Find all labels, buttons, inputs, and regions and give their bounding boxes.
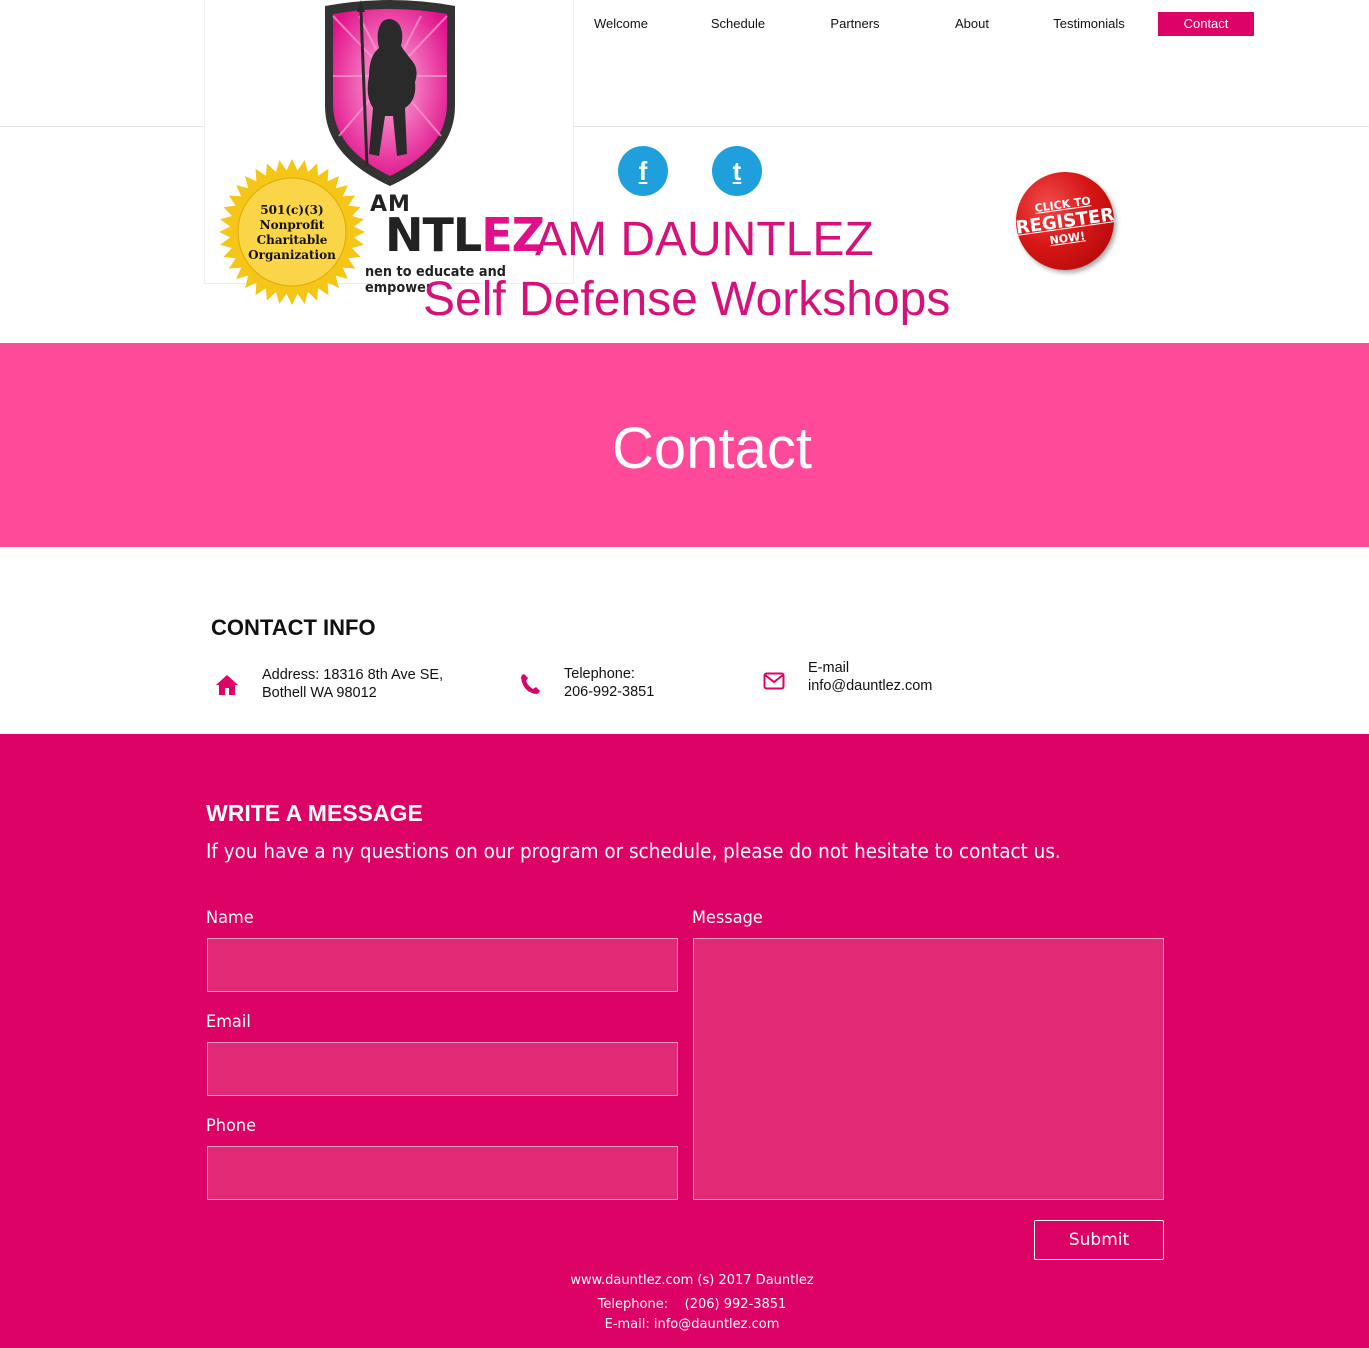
nav-partners[interactable]: Partners [807, 12, 903, 36]
nav-welcome[interactable]: Welcome [573, 12, 669, 36]
seal-badge-icon: 501(c)(3) Nonprofit Charitable Organizat… [219, 159, 365, 305]
nav-contact[interactable]: Contact [1158, 12, 1254, 36]
email-value[interactable]: info@dauntlez.com [808, 677, 932, 695]
address-line1: Address: 18316 8th Ave SE, [262, 667, 444, 683]
message-section: WRITE A MESSAGE If you have a ny questio… [0, 734, 1369, 1348]
email-field-label: Email [206, 1012, 251, 1032]
nav-testimonials[interactable]: Testimonials [1041, 12, 1137, 36]
home-icon [216, 675, 238, 695]
banner-title: Contact [612, 416, 812, 481]
seal-line3: Charitable [257, 233, 328, 247]
seal-line1: 501(c)(3) [260, 203, 323, 217]
twitter-icon[interactable]: t [712, 146, 762, 196]
name-input[interactable] [207, 938, 678, 992]
contact-banner: Contact [0, 343, 1369, 547]
address-text: Address: 18316 8th Ave SE, Bothell WA 98… [262, 666, 443, 702]
telephone-value: 206-992-3851 [564, 684, 655, 700]
email-text: E-mail info@dauntlez.com [808, 659, 932, 695]
contact-info-title: CONTACT INFO [211, 615, 376, 640]
seal-line2: Nonprofit [260, 218, 325, 232]
phone-label: Phone [206, 1116, 257, 1136]
message-label: Message [692, 908, 763, 928]
footer-telephone: Telephone: (206) 992-3851 [597, 1297, 787, 1312]
site-subtitle: Self Defense Workshops [423, 273, 951, 326]
email-input[interactable] [207, 1042, 678, 1096]
phone-icon [521, 674, 540, 694]
name-label: Name [206, 908, 254, 928]
footer-email: E-mail: info@dauntlez.com [604, 1317, 780, 1332]
logo-text-ntlez: NTLEZ [385, 208, 545, 262]
nav-schedule[interactable]: Schedule [690, 12, 786, 36]
message-textarea[interactable] [693, 938, 1164, 1200]
envelope-icon [763, 672, 785, 690]
message-subtitle: If you have a ny questions on our progra… [206, 839, 1061, 863]
register-now-button[interactable]: CLICK TO REGISTER NOW! [1009, 165, 1121, 277]
seal-line4: Organization [248, 248, 336, 262]
nonprofit-seal: 501(c)(3) Nonprofit Charitable Organizat… [218, 158, 366, 311]
phone-input[interactable] [207, 1146, 678, 1200]
footer-copyright: www.dauntlez.com (s) 2017 Dauntlez [570, 1273, 814, 1288]
submit-button[interactable]: Submit [1034, 1220, 1164, 1260]
message-title: WRITE A MESSAGE [206, 800, 423, 826]
telephone-label: Telephone: [564, 666, 635, 682]
telephone-text: Telephone: 206-992-3851 [564, 665, 654, 701]
nav-about[interactable]: About [924, 12, 1020, 36]
site-title: AM DAUNTLEZ [535, 213, 874, 266]
logo-text-ntl: NTL [385, 208, 482, 262]
email-label: E-mail [808, 660, 850, 676]
address-line2: Bothell WA 98012 [262, 685, 377, 701]
facebook-icon[interactable]: f [618, 146, 668, 196]
